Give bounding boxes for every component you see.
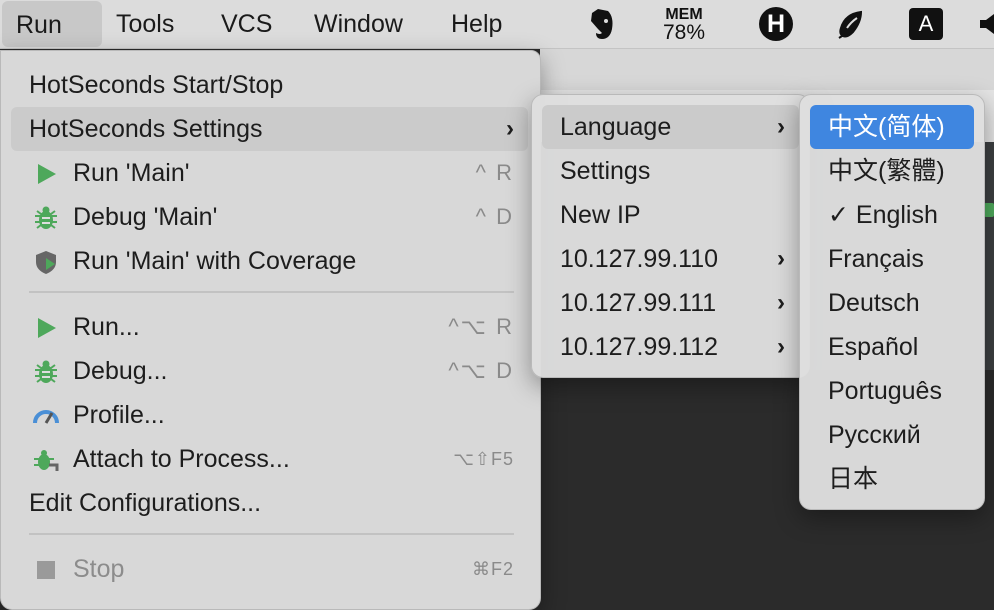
menubar-window[interactable]: Window: [300, 0, 417, 48]
menu-item-stop[interactable]: Stop ⌘F2: [11, 547, 528, 591]
menu-item-label: Run 'Main' with Coverage: [73, 247, 357, 275]
profiler-gauge-icon: [33, 410, 59, 424]
menu-item-label: 10.127.99.110: [560, 245, 719, 273]
language-item-zh-hans[interactable]: 中文(简体): [810, 105, 974, 149]
evernote-icon[interactable]: [583, 0, 619, 48]
chevron-right-icon: ›: [777, 245, 785, 272]
run-icon: [38, 318, 56, 338]
menu-item-label: New IP: [560, 201, 641, 229]
menu-separator: [29, 291, 514, 293]
menu-bar: Run Tools VCS Window Help MEM 78% H A: [0, 0, 994, 49]
menu-separator: [29, 533, 514, 535]
menubar-tools[interactable]: Tools: [102, 0, 188, 48]
menu-item-run-coverage[interactable]: Run 'Main' with Coverage: [11, 239, 528, 283]
gutter-marker: [984, 203, 994, 217]
language-item-portuguese[interactable]: Português: [810, 369, 974, 413]
menu-item-label: Profile...: [73, 401, 165, 429]
menu-item-label: Stop: [73, 555, 125, 583]
feather-icon[interactable]: [832, 0, 870, 48]
debug-bug-icon: [35, 360, 57, 383]
shortcut-label: ^⌥ D: [448, 358, 514, 383]
shortcut-label: ^ D: [475, 204, 514, 229]
menubar-vcs[interactable]: VCS: [207, 0, 286, 48]
chevron-right-icon: ›: [777, 113, 785, 140]
shortcut-label: ⌘F2: [471, 559, 514, 579]
language-item-spanish[interactable]: Español: [810, 325, 974, 369]
menu-item-attach[interactable]: Attach to Process... ⌥⇧F5: [11, 437, 528, 481]
menu-item-label: Run 'Main': [73, 159, 190, 187]
mem-value: 78%: [662, 21, 706, 44]
input-source-icon[interactable]: A: [907, 0, 945, 48]
menu-item-label: Debug 'Main': [73, 203, 218, 231]
menu-item-label: Language: [560, 113, 672, 141]
memory-monitor[interactable]: MEM 78%: [654, 0, 714, 48]
menu-item-label: Edit Configurations...: [29, 489, 262, 517]
menu-item-label: Attach to Process...: [73, 445, 290, 473]
attach-debugger-icon: [34, 450, 59, 471]
menu-item-label: 10.127.99.111: [560, 289, 717, 317]
volume-icon[interactable]: [978, 0, 994, 48]
menu-item-label: HotSeconds Start/Stop: [29, 71, 284, 99]
hotseconds-settings-submenu: Language › Settings New IP 10.127.99.110…: [531, 94, 810, 378]
submenu-item-new-ip[interactable]: New IP: [542, 193, 799, 237]
chevron-right-icon: ›: [506, 115, 514, 142]
menu-item-label: Settings: [560, 157, 651, 185]
menu-item-label: Debug...: [73, 357, 168, 385]
menu-item-edit-configurations[interactable]: Edit Configurations...: [11, 481, 528, 525]
shortcut-label: ^ R: [475, 160, 514, 185]
menubar-run[interactable]: Run: [2, 1, 102, 47]
shortcut-label: ⌥⇧F5: [453, 449, 514, 469]
run-menu: HotSeconds Start/Stop HotSeconds Setting…: [0, 50, 541, 610]
language-item-french[interactable]: Français: [810, 237, 974, 281]
run-icon: [38, 164, 56, 184]
menu-item-hotseconds-settings[interactable]: HotSeconds Settings ›: [11, 107, 528, 151]
shortcut-label: ^⌥ R: [448, 314, 514, 339]
menu-item-debug[interactable]: Debug... ^⌥ D: [11, 349, 528, 393]
language-item-german[interactable]: Deutsch: [810, 281, 974, 325]
language-item-english[interactable]: ✓ English: [810, 193, 974, 237]
language-item-russian[interactable]: Русский: [810, 413, 974, 457]
menu-item-hotseconds-startstop[interactable]: HotSeconds Start/Stop: [11, 63, 528, 107]
debug-bug-icon: [35, 206, 57, 229]
submenu-item-settings[interactable]: Settings: [542, 149, 799, 193]
submenu-item-language[interactable]: Language ›: [542, 105, 799, 149]
menu-item-label: Run...: [73, 313, 140, 341]
input-source-badge: A: [909, 8, 943, 40]
menubar-help[interactable]: Help: [437, 0, 516, 48]
stop-icon: [37, 561, 55, 579]
menu-item-label: 10.127.99.112: [560, 333, 719, 361]
chevron-right-icon: ›: [777, 333, 785, 360]
submenu-item-ip-110[interactable]: 10.127.99.110 ›: [542, 237, 799, 281]
menu-item-run-main[interactable]: Run 'Main' ^ R: [11, 151, 528, 195]
chevron-right-icon: ›: [777, 289, 785, 316]
language-item-zh-hant[interactable]: 中文(繁體): [810, 149, 974, 193]
language-item-japanese[interactable]: 日本: [810, 457, 974, 501]
menu-item-debug-main[interactable]: Debug 'Main' ^ D: [11, 195, 528, 239]
editor-tab-bar: [540, 48, 994, 91]
menu-item-run[interactable]: Run... ^⌥ R: [11, 305, 528, 349]
h-app-icon[interactable]: H: [757, 0, 795, 48]
submenu-item-ip-112[interactable]: 10.127.99.112 ›: [542, 325, 799, 369]
submenu-item-ip-111[interactable]: 10.127.99.111 ›: [542, 281, 799, 325]
coverage-shield-icon: [36, 251, 56, 274]
menu-item-profile[interactable]: Profile...: [11, 393, 528, 437]
h-badge: H: [759, 7, 793, 41]
language-submenu: 中文(简体) 中文(繁體) ✓ English Français Deutsch…: [799, 94, 985, 510]
menu-item-label: HotSeconds Settings: [29, 115, 263, 143]
